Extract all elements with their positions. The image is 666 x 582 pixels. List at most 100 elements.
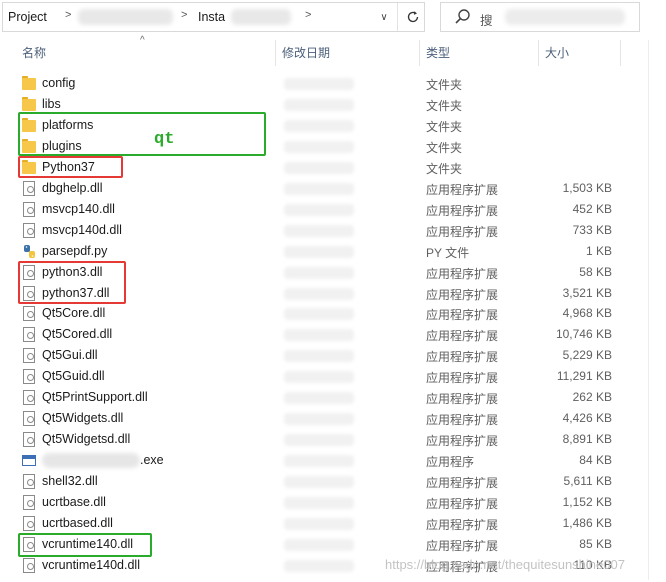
file-size: 3,521 KB bbox=[562, 285, 612, 300]
dll-file-icon bbox=[22, 411, 38, 427]
file-date-redacted bbox=[284, 538, 354, 551]
breadcrumb-separator[interactable]: > bbox=[65, 9, 71, 21]
file-size: 84 KB bbox=[579, 453, 612, 468]
file-type: 应用程序扩展 bbox=[426, 371, 499, 386]
column-separator[interactable] bbox=[620, 40, 621, 66]
file-size: 8,891 KB bbox=[562, 432, 612, 447]
file-type: 文件夹 bbox=[426, 98, 463, 113]
file-date-redacted bbox=[284, 434, 354, 447]
file-row[interactable]: Qt5Widgets.dll 应用程序扩展 4,426 KB bbox=[18, 408, 618, 429]
column-header-date[interactable]: 修改日期 bbox=[278, 44, 330, 66]
file-type: 应用程序扩展 bbox=[426, 329, 499, 344]
file-type: 应用程序扩展 bbox=[426, 413, 499, 428]
sort-ascending-icon: ^ bbox=[140, 35, 145, 46]
breadcrumb-project[interactable]: Project bbox=[8, 10, 47, 24]
file-name: libs bbox=[42, 96, 61, 111]
breadcrumb-install[interactable]: Insta bbox=[198, 10, 225, 24]
file-size: 58 KB bbox=[579, 264, 612, 279]
dll-file-icon bbox=[22, 390, 38, 406]
file-date-redacted bbox=[284, 287, 354, 300]
column-separator[interactable] bbox=[275, 40, 276, 66]
file-row[interactable]: ucrtbased.dll 应用程序扩展 1,486 KB bbox=[18, 513, 618, 534]
dll-file-icon bbox=[22, 557, 38, 574]
file-size: 85 KB bbox=[579, 536, 612, 551]
file-date-redacted bbox=[284, 497, 354, 509]
file-date-redacted bbox=[284, 119, 354, 132]
file-row[interactable]: config 文件夹 bbox=[18, 73, 618, 94]
file-date-redacted bbox=[284, 266, 354, 279]
qt-highlight-box bbox=[18, 112, 266, 156]
file-row[interactable]: dbghelp.dll 应用程序扩展 1,503 KB bbox=[18, 178, 618, 199]
file-row[interactable]: msvcp140.dll 应用程序扩展 452 KB bbox=[18, 199, 618, 220]
file-type: 应用程序扩展 bbox=[426, 476, 499, 491]
column-separator[interactable] bbox=[419, 40, 420, 66]
file-row[interactable]: Qt5Gui.dll 应用程序扩展 5,229 KB bbox=[18, 345, 618, 366]
dll-file-icon bbox=[22, 369, 38, 385]
file-name: .exe bbox=[140, 453, 164, 468]
file-name: msvcp140.dll bbox=[42, 201, 115, 216]
file-date-redacted bbox=[284, 559, 354, 572]
file-date-redacted bbox=[284, 161, 354, 174]
file-type: 应用程序扩展 bbox=[426, 392, 499, 407]
file-row[interactable]: ucrtbase.dll 应用程序扩展 1,152 KB bbox=[18, 492, 618, 513]
file-row[interactable]: Qt5Widgetsd.dll 应用程序扩展 8,891 KB bbox=[18, 429, 618, 450]
file-type: 应用程序扩展 bbox=[426, 224, 499, 239]
file-date-redacted bbox=[284, 329, 354, 342]
file-name: ucrtbase.dll bbox=[42, 495, 106, 509]
file-date-redacted bbox=[284, 98, 354, 111]
file-type: 应用程序扩展 bbox=[426, 266, 499, 281]
dll-file-icon bbox=[22, 201, 38, 218]
file-date-redacted bbox=[284, 350, 354, 363]
file-name: dbghelp.dll bbox=[42, 180, 103, 195]
file-date-redacted bbox=[284, 245, 354, 258]
file-date-redacted bbox=[284, 455, 354, 468]
python37-highlight-box bbox=[18, 156, 123, 178]
file-type: 应用程序扩展 bbox=[426, 308, 499, 323]
address-dropdown-icon[interactable]: ∨ bbox=[373, 8, 395, 28]
file-size: 1 KB bbox=[585, 243, 612, 258]
file-type: 应用程序扩展 bbox=[426, 517, 499, 532]
file-name: Qt5Core.dll bbox=[42, 306, 106, 321]
file-size: 5,229 KB bbox=[562, 348, 612, 363]
file-row[interactable]: .exe 应用程序 84 KB bbox=[18, 450, 618, 471]
refresh-icon[interactable] bbox=[401, 6, 425, 28]
file-row[interactable]: Qt5Core.dll 应用程序扩展 4,968 KB bbox=[18, 303, 618, 324]
search-input[interactable]: 搜 bbox=[440, 2, 640, 32]
column-header-name[interactable]: 名称 bbox=[18, 44, 46, 66]
file-explorer-window: Project > > Insta > ∨ 搜 ^ 名称 修改日期 类型 大小 … bbox=[0, 0, 666, 582]
file-row[interactable]: Qt5PrintSupport.dll 应用程序扩展 262 KB bbox=[18, 387, 618, 408]
file-size: 11,291 KB bbox=[556, 369, 612, 384]
file-name: Qt5Cored.dll bbox=[42, 327, 113, 342]
address-divider bbox=[397, 3, 398, 31]
file-row[interactable]: shell32.dll 应用程序扩展 5,611 KB bbox=[18, 471, 618, 492]
file-name: msvcp140d.dll bbox=[42, 222, 122, 237]
file-name: shell32.dll bbox=[42, 474, 98, 489]
file-date-redacted bbox=[284, 413, 354, 426]
breadcrumb-separator[interactable]: > bbox=[181, 9, 187, 21]
file-date-redacted bbox=[284, 140, 354, 153]
address-bar[interactable]: Project > > Insta > ∨ bbox=[2, 2, 425, 32]
file-date-redacted bbox=[284, 203, 354, 216]
column-header-type[interactable]: 类型 bbox=[422, 44, 450, 66]
file-type: 文件夹 bbox=[426, 161, 463, 176]
python-dll-highlight-box bbox=[18, 261, 126, 304]
dll-file-icon bbox=[22, 222, 38, 239]
dll-file-icon bbox=[22, 348, 38, 364]
file-row[interactable]: msvcp140d.dll 应用程序扩展 733 KB bbox=[18, 220, 618, 241]
column-header-size[interactable]: 大小 bbox=[541, 44, 569, 66]
file-size: 1,152 KB bbox=[562, 495, 612, 509]
file-row[interactable]: parsepdf.py PY 文件 1 KB bbox=[18, 241, 618, 262]
exe-file-icon bbox=[22, 453, 38, 469]
file-row[interactable]: Qt5Cored.dll 应用程序扩展 10,746 KB bbox=[18, 324, 618, 345]
file-date-redacted bbox=[284, 392, 354, 405]
file-date-redacted bbox=[284, 182, 354, 195]
search-redacted bbox=[505, 9, 625, 25]
column-separator[interactable] bbox=[538, 40, 539, 66]
file-type: 文件夹 bbox=[426, 140, 463, 155]
breadcrumb-separator[interactable]: > bbox=[305, 9, 311, 21]
file-type: 应用程序扩展 bbox=[426, 287, 499, 302]
file-name: ucrtbased.dll bbox=[42, 515, 113, 530]
file-row[interactable]: Qt5Guid.dll 应用程序扩展 11,291 KB bbox=[18, 366, 618, 387]
breadcrumb-redacted bbox=[231, 9, 291, 25]
file-name: Qt5PrintSupport.dll bbox=[42, 390, 148, 405]
